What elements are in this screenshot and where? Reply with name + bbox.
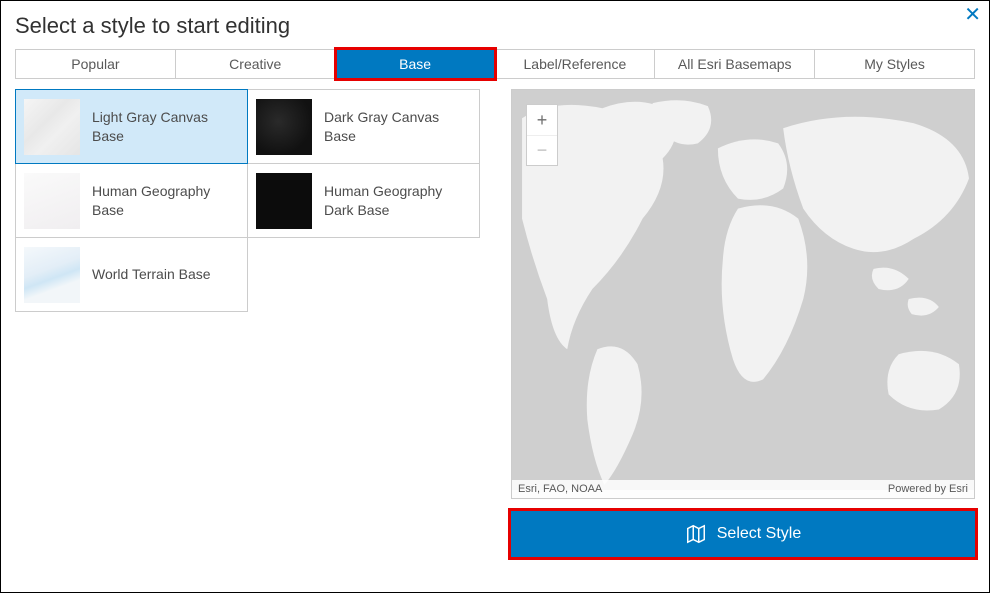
style-card-human-geography[interactable]: Human Geography Base xyxy=(15,163,248,238)
style-label: Human Geography Dark Base xyxy=(324,182,464,218)
close-icon[interactable]: ✕ xyxy=(964,5,981,25)
map-attribution: Esri, FAO, NOAA Powered by Esri xyxy=(512,480,974,498)
tab-label: Creative xyxy=(229,56,281,72)
style-label: Dark Gray Canvas Base xyxy=(324,108,464,144)
tab-label: Label/Reference xyxy=(524,56,627,72)
tabs-bar: Popular Creative Base Label/Reference Al… xyxy=(15,49,975,79)
tab-label: All Esri Basemaps xyxy=(678,56,792,72)
select-style-label: Select Style xyxy=(717,525,801,543)
style-card-light-gray[interactable]: Light Gray Canvas Base xyxy=(15,89,248,164)
zoom-out-button[interactable]: − xyxy=(527,135,557,165)
select-style-wrap: Select Style xyxy=(511,511,975,557)
style-thumbnail xyxy=(24,247,80,303)
map-preview[interactable]: + − Esri, FAO, NOAA Powered by Esri xyxy=(511,89,975,499)
style-thumbnail xyxy=(256,99,312,155)
tab-my-styles[interactable]: My Styles xyxy=(815,49,975,79)
tab-label-reference[interactable]: Label/Reference xyxy=(495,49,655,79)
select-style-button[interactable]: Select Style xyxy=(511,511,975,557)
world-map-svg xyxy=(512,90,974,498)
tab-all-esri-basemaps[interactable]: All Esri Basemaps xyxy=(655,49,815,79)
style-thumbnail xyxy=(24,173,80,229)
tab-popular[interactable]: Popular xyxy=(15,49,176,79)
style-thumbnail xyxy=(24,99,80,155)
style-thumbnail xyxy=(256,173,312,229)
style-label: Human Geography Base xyxy=(92,182,232,218)
style-card-dark-gray[interactable]: Dark Gray Canvas Base xyxy=(247,89,480,164)
tab-label: My Styles xyxy=(864,56,925,72)
style-label: Light Gray Canvas Base xyxy=(92,108,232,144)
tab-label: Popular xyxy=(71,56,119,72)
tab-label: Base xyxy=(399,56,431,72)
dialog-title: Select a style to start editing xyxy=(15,13,975,39)
style-card-world-terrain[interactable]: World Terrain Base xyxy=(15,237,248,312)
attribution-left: Esri, FAO, NOAA xyxy=(518,483,602,495)
map-icon xyxy=(685,523,707,545)
attribution-right: Powered by Esri xyxy=(888,483,968,495)
tab-base[interactable]: Base xyxy=(336,49,496,79)
zoom-in-button[interactable]: + xyxy=(527,105,557,135)
tab-creative[interactable]: Creative xyxy=(176,49,336,79)
style-card-human-geography-dark[interactable]: Human Geography Dark Base xyxy=(247,163,480,238)
styles-grid: Light Gray Canvas Base Dark Gray Canvas … xyxy=(15,89,481,557)
style-label: World Terrain Base xyxy=(92,265,211,283)
zoom-control: + − xyxy=(526,104,558,166)
